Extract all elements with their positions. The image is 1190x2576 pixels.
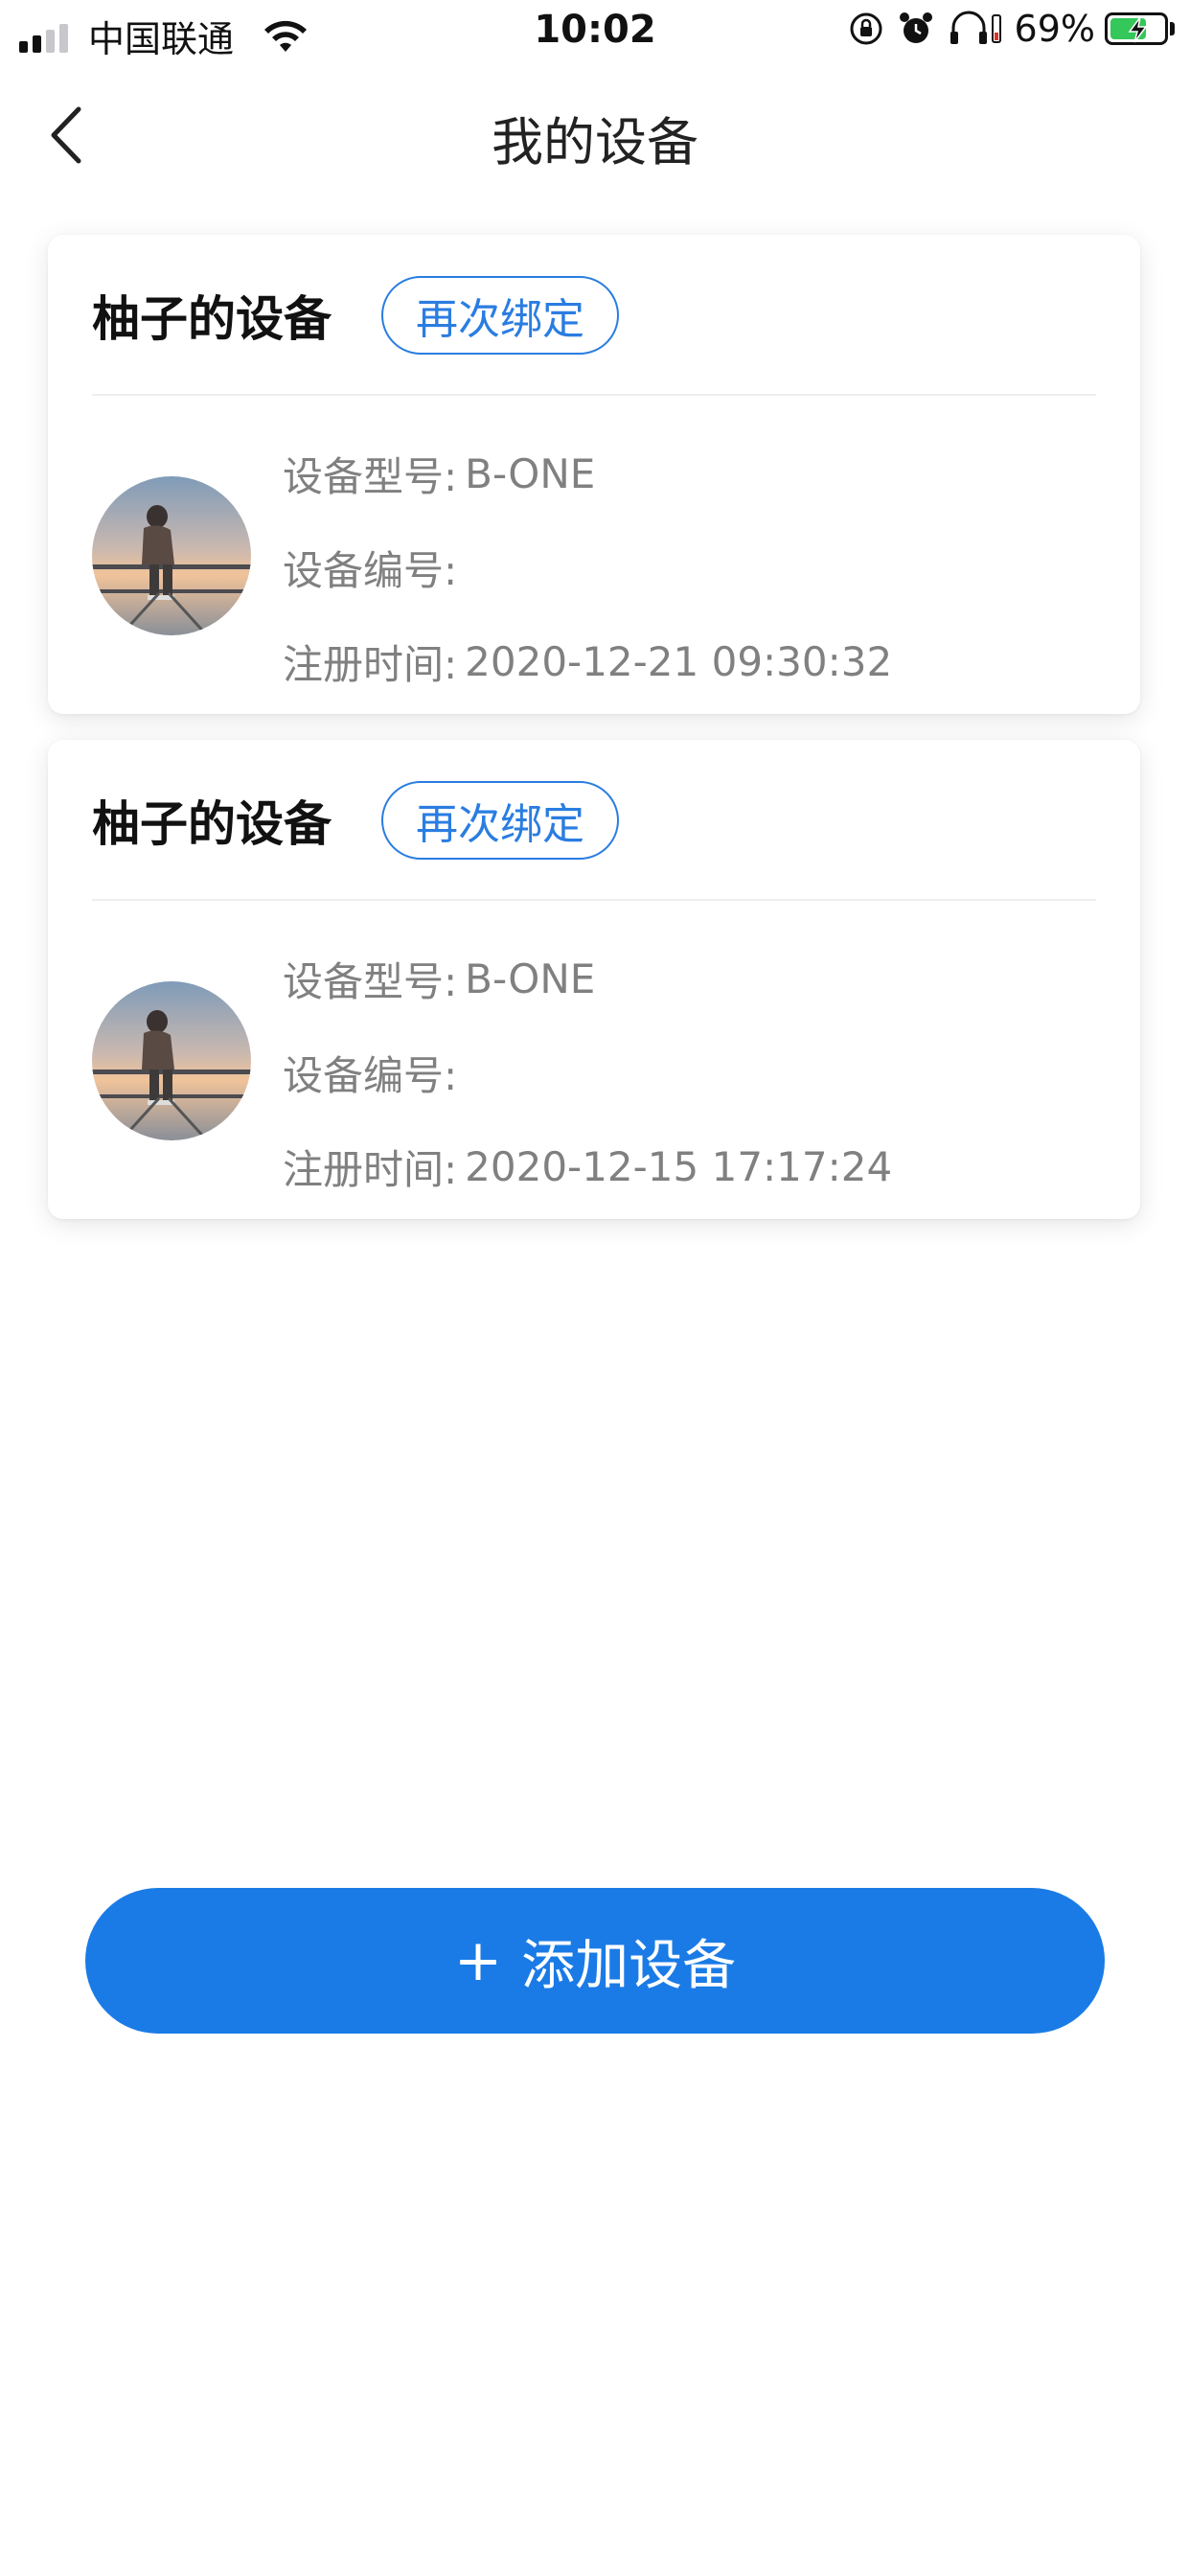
headphones-icon bbox=[948, 11, 990, 47]
registered-value: 2020-12-15 17:17:24 bbox=[465, 1142, 893, 1190]
registered-row: 注册时间: 2020-12-15 17:17:24 bbox=[283, 1119, 892, 1213]
page-title: 我的设备 bbox=[492, 112, 698, 172]
charging-bolt-icon bbox=[1128, 16, 1148, 43]
registered-label: 注册时间: bbox=[283, 640, 458, 688]
status-bar: 中国联通 10:02 69% bbox=[0, 0, 1190, 63]
model-value: B-ONE bbox=[465, 449, 596, 497]
orientation-lock-icon bbox=[848, 11, 884, 47]
add-device-button[interactable]: + 添加设备 bbox=[85, 1888, 1105, 2034]
model-value: B-ONE bbox=[465, 954, 596, 1002]
serial-row: 设备编号: bbox=[283, 520, 892, 614]
nav-bar: 我的设备 bbox=[0, 63, 1190, 207]
model-label: 设备型号: bbox=[283, 957, 458, 1005]
status-bar-right: 69% bbox=[835, 8, 1175, 50]
device-info: 设备型号: B-ONE 设备编号: 注册时间: 2020-12-15 17:17… bbox=[283, 932, 892, 1213]
device-card: 柚子的设备 再次绑定 设备型号: B-ONE 设备编号: 注册时间: 2020-… bbox=[48, 740, 1140, 1219]
screen: 中国联通 10:02 69% 我的设备 柚子的设备 再次绑定 设备型号: B-O… bbox=[0, 0, 1190, 2576]
divider bbox=[92, 394, 1096, 396]
rebind-button[interactable]: 再次绑定 bbox=[381, 781, 619, 860]
device-avatar bbox=[92, 981, 251, 1140]
serial-row: 设备编号: bbox=[283, 1025, 892, 1119]
serial-label: 设备编号: bbox=[283, 1051, 458, 1099]
plus-icon: + bbox=[453, 1927, 503, 1994]
alarm-icon bbox=[898, 11, 934, 47]
battery-percent: 69% bbox=[1014, 8, 1095, 50]
device-card-header: 柚子的设备 再次绑定 bbox=[92, 275, 619, 356]
model-label: 设备型号: bbox=[283, 452, 458, 500]
serial-label: 设备编号: bbox=[283, 546, 458, 594]
divider bbox=[92, 899, 1096, 901]
rebind-button[interactable]: 再次绑定 bbox=[381, 276, 619, 355]
registered-label: 注册时间: bbox=[283, 1145, 458, 1193]
registered-value: 2020-12-21 09:30:32 bbox=[465, 637, 893, 685]
battery-icon bbox=[1105, 12, 1175, 45]
device-card: 柚子的设备 再次绑定 设备型号: B-ONE 设备编号: 注册时间: 2020-… bbox=[48, 235, 1140, 714]
device-info: 设备型号: B-ONE 设备编号: 注册时间: 2020-12-21 09:30… bbox=[283, 426, 892, 708]
device-avatar bbox=[92, 476, 251, 635]
device-name: 柚子的设备 bbox=[92, 796, 332, 852]
headphone-battery-icon bbox=[991, 14, 1001, 43]
registered-row: 注册时间: 2020-12-21 09:30:32 bbox=[283, 614, 892, 708]
device-name: 柚子的设备 bbox=[92, 291, 332, 347]
add-device-label: 添加设备 bbox=[521, 1934, 737, 1997]
device-card-header: 柚子的设备 再次绑定 bbox=[92, 780, 619, 861]
model-row: 设备型号: B-ONE bbox=[283, 426, 892, 520]
model-row: 设备型号: B-ONE bbox=[283, 932, 892, 1025]
